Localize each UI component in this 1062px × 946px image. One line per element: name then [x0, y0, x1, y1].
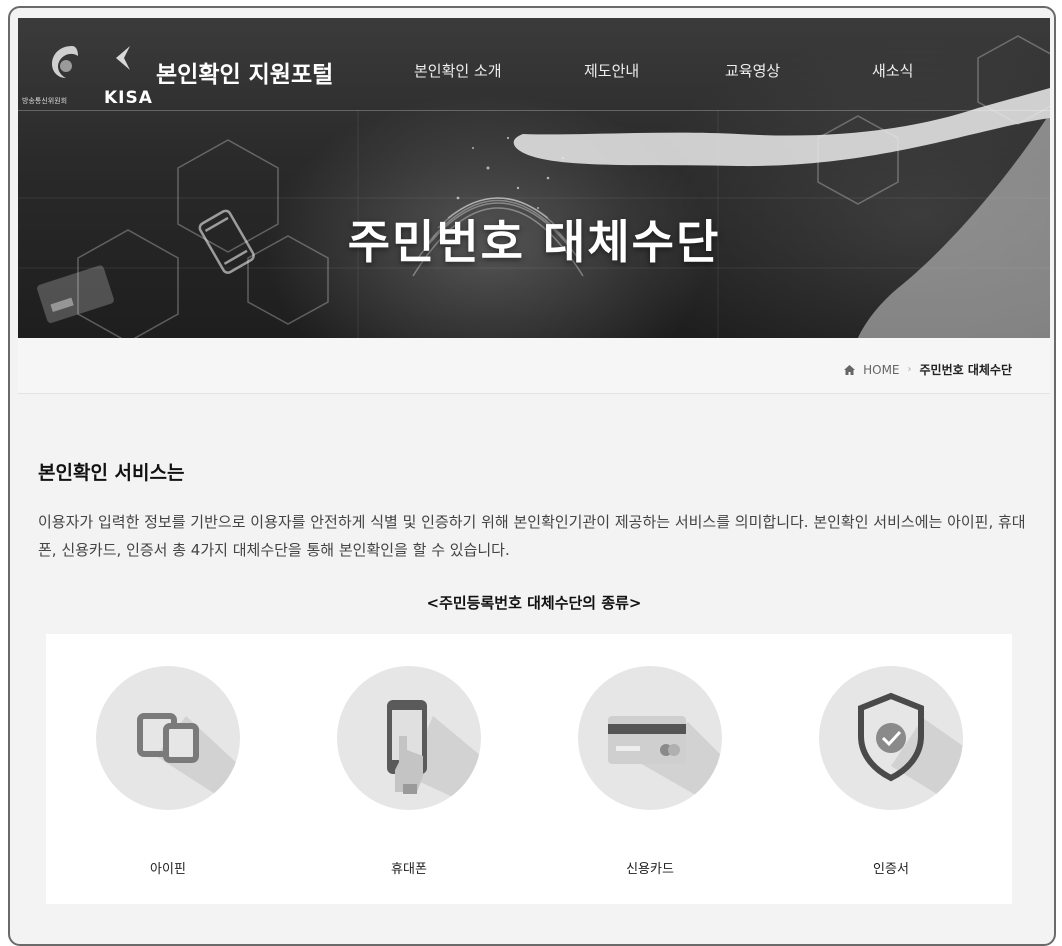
type-circle: [337, 666, 481, 810]
type-item-mobile[interactable]: 휴대폰: [319, 666, 499, 877]
type-label-mobile: 휴대폰: [391, 862, 427, 877]
type-label-certificate: 인증서: [873, 862, 909, 877]
nav-item-system[interactable]: 제도안내: [584, 60, 639, 81]
type-item-ipin[interactable]: 아이핀: [78, 666, 258, 877]
types-caption: <주민등록번호 대체수단의 종류>: [426, 594, 642, 612]
kcc-emblem-icon: [52, 46, 78, 78]
nav-item-news[interactable]: 새소식: [872, 60, 913, 81]
breadcrumb-current: 주민번호 대체수단: [919, 363, 1013, 377]
hero-title: 주민번호 대체수단: [347, 215, 721, 269]
home-icon[interactable]: [844, 364, 856, 375]
nav-item-intro[interactable]: 본인확인 소개: [414, 60, 502, 81]
type-item-credit-card[interactable]: 신용카드: [560, 666, 740, 877]
logo-group[interactable]: 방송통신위원회 KISA: [18, 42, 178, 108]
nav-item-videos[interactable]: 교육영상: [725, 60, 780, 81]
breadcrumb-bar: HOME › 주민번호 대체수단: [18, 338, 1050, 394]
kisa-logo-text: KISA: [104, 88, 153, 108]
hero-finger-graphic: [513, 88, 1050, 167]
type-label-ipin: 아이핀: [150, 862, 186, 877]
ipin-icon: [137, 713, 240, 810]
breadcrumb: HOME › 주민번호 대체수단: [844, 361, 1012, 378]
certificate-shield-icon: [858, 692, 963, 810]
credit-card-icon: [608, 716, 722, 810]
type-label-credit-card: 신용카드: [626, 862, 674, 877]
type-circle: [96, 666, 240, 810]
types-card-area: 아이핀 휴대폰 신용카드 인증서: [46, 634, 1012, 904]
type-circle: [578, 666, 722, 810]
kcc-logo-text: 방송통신위원회: [22, 97, 68, 105]
hero-banner: 방송통신위원회 KISA 본인확인 지원포털 본인확인 소개 제도안내 교육영상…: [18, 18, 1050, 338]
breadcrumb-home-link[interactable]: HOME: [863, 363, 899, 377]
mobile-phone-icon: [387, 700, 481, 810]
nav-divider: [18, 110, 1050, 111]
type-item-certificate[interactable]: 인증서: [801, 666, 981, 877]
section-title: 본인확인 서비스는: [38, 462, 185, 484]
service-description: 이용자가 입력한 정보를 기반으로 이용자를 안전하게 식별 및 인증하기 위해…: [38, 513, 1026, 559]
kisa-emblem-icon: [116, 46, 130, 70]
breadcrumb-separator-icon: ›: [907, 364, 912, 375]
portal-title[interactable]: 본인확인 지원포털: [156, 55, 333, 89]
type-circle: [819, 666, 963, 810]
